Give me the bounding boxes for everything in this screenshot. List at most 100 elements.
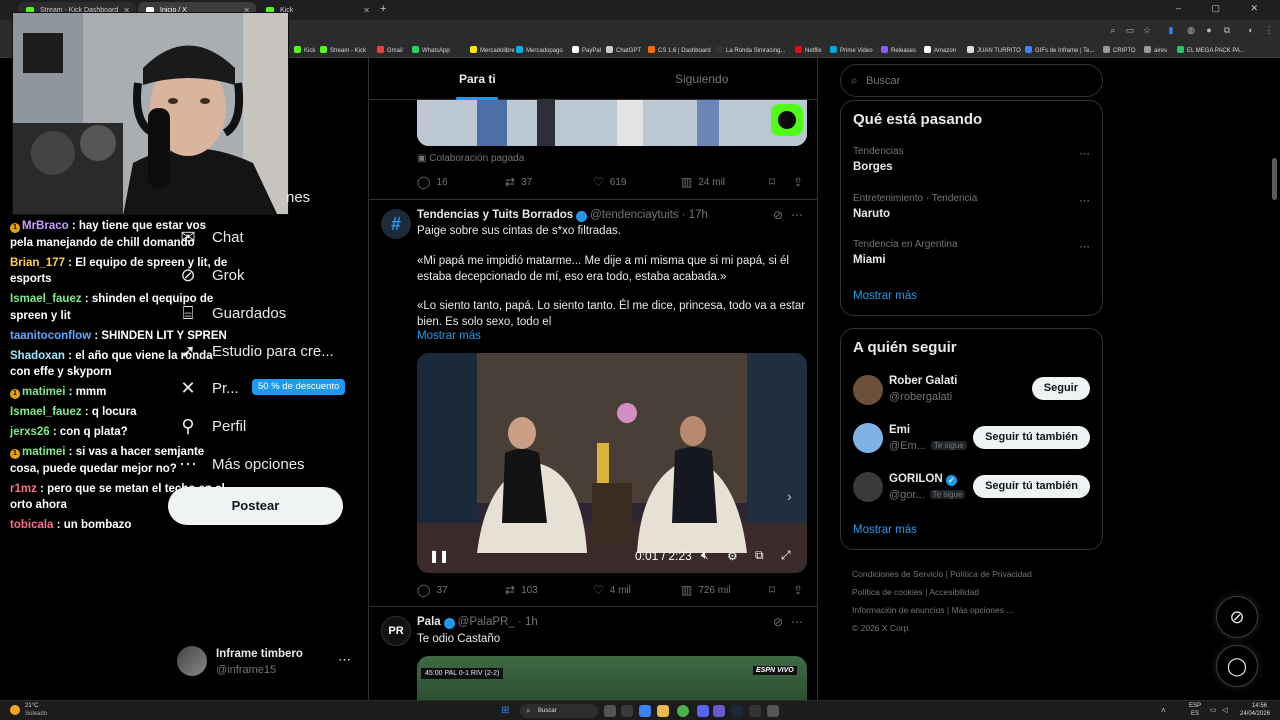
search-icon[interactable]: ⌕ xyxy=(1108,25,1118,35)
more-icon[interactable]: ⋯ xyxy=(791,208,803,222)
pause-button[interactable]: ❚❚ xyxy=(429,549,449,563)
grok-icon[interactable]: ⊘ xyxy=(773,208,783,222)
chat-username[interactable]: Ismael_fauez xyxy=(10,406,82,418)
keyboard-indicator[interactable]: ES xyxy=(1191,711,1199,717)
author-name[interactable]: Pala xyxy=(417,616,441,628)
chat-username[interactable]: MrBraco xyxy=(22,220,69,232)
share-button[interactable]: ⇪ xyxy=(793,583,809,597)
avatar[interactable]: ◐ xyxy=(1246,25,1256,35)
bookmark-item[interactable]: Amazon xyxy=(924,46,956,54)
show-more-link[interactable]: Mostrar más xyxy=(853,290,917,302)
bookmark-item[interactable]: Releases xyxy=(881,46,916,54)
bookmark-item[interactable]: WhatsApp xyxy=(412,46,450,54)
author-name[interactable]: Tendencias y Tuits Borrados xyxy=(417,209,573,221)
language-indicator[interactable]: ESP xyxy=(1189,703,1201,709)
search-input[interactable]: ⌕ Buscar xyxy=(840,64,1103,97)
taskbar-search[interactable]: ⌕ Buscar xyxy=(520,704,598,718)
network-icon[interactable]: ▭ xyxy=(1210,706,1217,714)
footer-link[interactable]: Más opciones ... xyxy=(952,605,1014,615)
bookmark-item[interactable]: ChatGPT xyxy=(606,46,641,54)
bookmark-item[interactable]: CRIPTO xyxy=(1103,46,1136,54)
follow-button[interactable]: Seguir xyxy=(1031,377,1090,400)
views-button[interactable]: ▥ 726 mil xyxy=(681,583,731,597)
store-icon[interactable] xyxy=(639,705,651,717)
post-time[interactable]: · 1h xyxy=(518,616,538,628)
star-icon[interactable]: ☆ xyxy=(1142,25,1152,35)
grok-icon[interactable]: ⊘ xyxy=(773,615,783,629)
gear-icon[interactable]: ⚙ xyxy=(727,549,738,563)
nav-item-more-options[interactable]: ⋯ Más opciones xyxy=(176,453,305,475)
footer-link[interactable]: Información de anuncios xyxy=(852,605,945,615)
nav-item-chat[interactable]: ✉ Chat xyxy=(176,226,243,248)
chrome-icon[interactable] xyxy=(677,705,689,717)
avatar[interactable] xyxy=(853,423,883,453)
suggested-user-name[interactable]: Rober Galati xyxy=(889,375,957,387)
footer-link[interactable]: Accesibilidad xyxy=(929,587,979,597)
more-icon[interactable]: ⋯ xyxy=(1079,147,1090,160)
windows-start-icon[interactable]: ⊞ xyxy=(501,705,512,716)
mute-icon[interactable]: 🔇︎ xyxy=(701,548,709,563)
chat-username[interactable]: tobicala xyxy=(10,519,53,531)
views-button[interactable]: ▥ 24 mil xyxy=(681,175,725,189)
chat-username[interactable]: matimei xyxy=(22,386,65,398)
nav-item-premium[interactable]: ✕ Pr... xyxy=(176,377,238,399)
scrollbar[interactable] xyxy=(1272,158,1277,200)
extension-icon[interactable]: ● xyxy=(1204,25,1214,35)
footer-link[interactable]: Política de Privacidad xyxy=(950,569,1032,579)
volume-icon[interactable]: ◁ xyxy=(1222,706,1227,714)
clock-time[interactable]: 14:56 xyxy=(1252,703,1267,709)
repost-button[interactable]: ⇄ 37 xyxy=(505,175,532,189)
reply-button[interactable]: ◯ 37 xyxy=(417,583,448,597)
follow-back-button[interactable]: Seguir tú también xyxy=(973,426,1090,449)
bookmark-item[interactable]: PayPal xyxy=(572,46,601,54)
reply-button[interactable]: ◯ 16 xyxy=(417,175,448,189)
extension-icon[interactable]: ◍ xyxy=(1186,25,1196,35)
bookmark-item[interactable]: Gmail xyxy=(377,46,403,54)
footer-link[interactable]: Política de cookies xyxy=(852,587,923,597)
widgets-icon[interactable] xyxy=(621,705,633,717)
weather-temp[interactable]: 21°C xyxy=(25,703,38,709)
bookmark-item[interactable]: GIFs de Inframe | Te... xyxy=(1025,46,1094,54)
nav-item-bookmarks[interactable]: ⌸ Guardados xyxy=(176,302,287,324)
steam-icon[interactable] xyxy=(731,705,743,717)
account-switcher[interactable]: Inframe timbero @inframe15 ⋯ xyxy=(177,646,357,678)
tab-following[interactable]: Siguiendo xyxy=(675,72,728,86)
avatar[interactable] xyxy=(853,375,883,405)
menu-icon[interactable]: ⋮ xyxy=(1264,25,1274,35)
bookmark-item[interactable]: aires xyxy=(1144,46,1167,54)
bookmark-item[interactable]: Mercadopago xyxy=(516,46,563,54)
bookmark-item[interactable]: CS 1.6 | Dashboard xyxy=(648,46,711,54)
follow-back-button[interactable]: Seguir tú también xyxy=(973,475,1090,498)
chat-username[interactable]: r1mz xyxy=(10,483,37,495)
footer-link[interactable]: Condiciones de Servicio xyxy=(852,569,943,579)
chat-username[interactable]: matimei xyxy=(22,446,65,458)
more-icon[interactable]: ⋯ xyxy=(338,652,351,668)
bookmark-item[interactable]: Kick xyxy=(294,46,315,54)
bookmark-item[interactable]: Netflix xyxy=(795,46,822,54)
suggested-user-name[interactable]: Emi xyxy=(889,424,910,436)
app-icon[interactable] xyxy=(713,705,725,717)
chat-username[interactable]: Ismael_fauez xyxy=(10,293,82,305)
task-view-icon[interactable] xyxy=(604,705,616,717)
post-media[interactable] xyxy=(417,100,807,146)
bookmark-item[interactable]: JUAN TURRITO xyxy=(967,46,1021,54)
author-handle[interactable]: @PalaPR_ xyxy=(458,616,515,628)
chevron-right-icon[interactable]: › xyxy=(787,488,792,504)
extensions-puzzle-icon[interactable]: ⧉ xyxy=(1222,25,1232,35)
bookmark-button[interactable]: ⌑ xyxy=(769,175,781,189)
weather-icon[interactable] xyxy=(10,705,20,715)
post-time[interactable]: · 17h xyxy=(682,209,708,221)
post-button[interactable]: Postear xyxy=(168,487,343,525)
chevron-up-icon[interactable]: ˄ xyxy=(1161,706,1166,715)
avatar[interactable]: # xyxy=(381,209,411,239)
more-icon[interactable]: ⋯ xyxy=(791,615,803,629)
nav-item-profile[interactable]: ⚲ Perfil xyxy=(176,415,246,437)
fullscreen-icon[interactable]: ⤢ xyxy=(781,548,791,563)
clock-date[interactable]: 24/04/2026 xyxy=(1240,711,1270,717)
extension-icon[interactable]: ▮ xyxy=(1166,25,1176,35)
like-button[interactable]: ♡ 619 xyxy=(593,175,626,189)
window-controls[interactable]: – ▢ ✕ xyxy=(1176,3,1272,14)
video-player[interactable]: ❚❚ 0:01 / 2:23 🔇︎ ⚙ ⧉ ⤢ › xyxy=(417,353,807,573)
avatar[interactable]: PR xyxy=(381,616,411,646)
repost-button[interactable]: ⇄ 103 xyxy=(505,583,538,597)
